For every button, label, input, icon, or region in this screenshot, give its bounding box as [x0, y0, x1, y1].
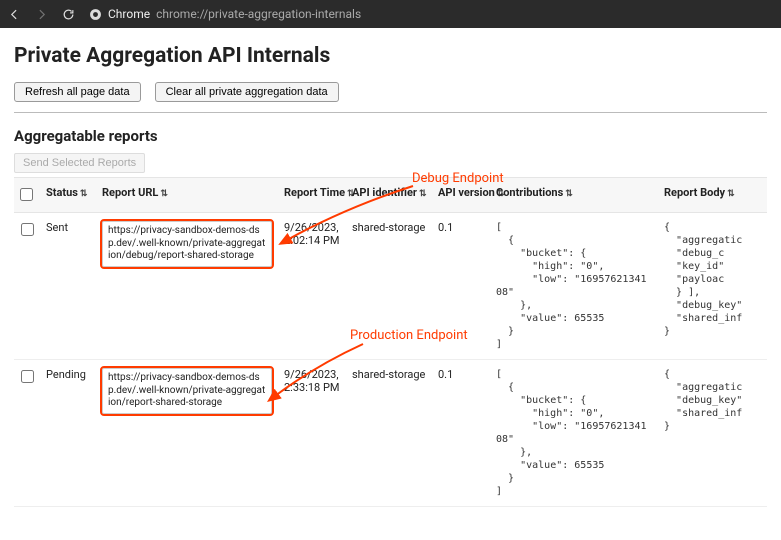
- address-url: chrome://private-aggregation-internals: [156, 7, 361, 21]
- col-api[interactable]: API identifier⇅: [346, 178, 432, 213]
- report-url[interactable]: https://privacy-sandbox-demos-dsp.dev/.w…: [102, 368, 272, 414]
- body-cell: { "aggregatic "debug_c "key_id" "payloac…: [664, 221, 761, 338]
- sort-icon: ⇅: [727, 189, 735, 199]
- sort-icon: ⇅: [419, 189, 427, 199]
- section-title: Aggregatable reports: [14, 127, 767, 145]
- version-cell: 0.1: [432, 213, 490, 360]
- row-checkbox[interactable]: [21, 370, 34, 383]
- time-cell: 9/26/2023, 2:02:14 PM: [278, 213, 346, 360]
- status-cell: Pending: [40, 360, 96, 507]
- sort-icon: ⇅: [160, 189, 168, 199]
- contributions-cell: [ { "bucket": { "high": "0", "low": "169…: [496, 221, 652, 351]
- chrome-icon: [89, 8, 102, 21]
- status-cell: Sent: [40, 213, 96, 360]
- api-cell: shared-storage: [346, 213, 432, 360]
- browser-toolbar: Chrome chrome://private-aggregation-inte…: [0, 0, 781, 28]
- address-scheme: Chrome: [108, 7, 150, 21]
- col-time[interactable]: Report Time⇅: [278, 178, 346, 213]
- back-button[interactable]: [8, 8, 21, 21]
- clear-button[interactable]: Clear all private aggregation data: [155, 82, 339, 102]
- contributions-cell: [ { "bucket": { "high": "0", "low": "169…: [496, 368, 652, 498]
- divider: [14, 112, 767, 113]
- sort-icon: ⇅: [80, 189, 88, 199]
- report-url[interactable]: https://privacy-sandbox-demos-dsp.dev/.w…: [102, 221, 272, 267]
- row-checkbox[interactable]: [21, 223, 34, 236]
- table-row: Pending https://privacy-sandbox-demos-ds…: [14, 360, 767, 507]
- col-contributions[interactable]: Contributions⇅: [490, 178, 658, 213]
- body-cell: { "aggregatic "debug_key" "shared_inf }: [664, 368, 761, 433]
- forward-button[interactable]: [35, 8, 48, 21]
- address-bar[interactable]: Chrome chrome://private-aggregation-inte…: [89, 7, 361, 21]
- page-title: Private Aggregation API Internals: [14, 44, 767, 68]
- reports-table: Status⇅ Report URL⇅ Report Time⇅ API ide…: [14, 177, 767, 507]
- action-bar: Refresh all page data Clear all private …: [14, 82, 767, 102]
- refresh-button[interactable]: Refresh all page data: [14, 82, 141, 102]
- send-selected-button[interactable]: Send Selected Reports: [14, 153, 145, 173]
- table-row: Sent https://privacy-sandbox-demos-dsp.d…: [14, 213, 767, 360]
- col-version[interactable]: API version⇅: [432, 178, 490, 213]
- version-cell: 0.1: [432, 360, 490, 507]
- col-body[interactable]: Report Body⇅: [658, 178, 767, 213]
- col-url[interactable]: Report URL⇅: [96, 178, 278, 213]
- sort-icon: ⇅: [565, 189, 573, 199]
- reload-button[interactable]: [62, 8, 75, 21]
- time-cell: 9/26/2023, 2:33:18 PM: [278, 360, 346, 507]
- api-cell: shared-storage: [346, 360, 432, 507]
- col-status[interactable]: Status⇅: [40, 178, 96, 213]
- select-all-checkbox[interactable]: [20, 188, 33, 201]
